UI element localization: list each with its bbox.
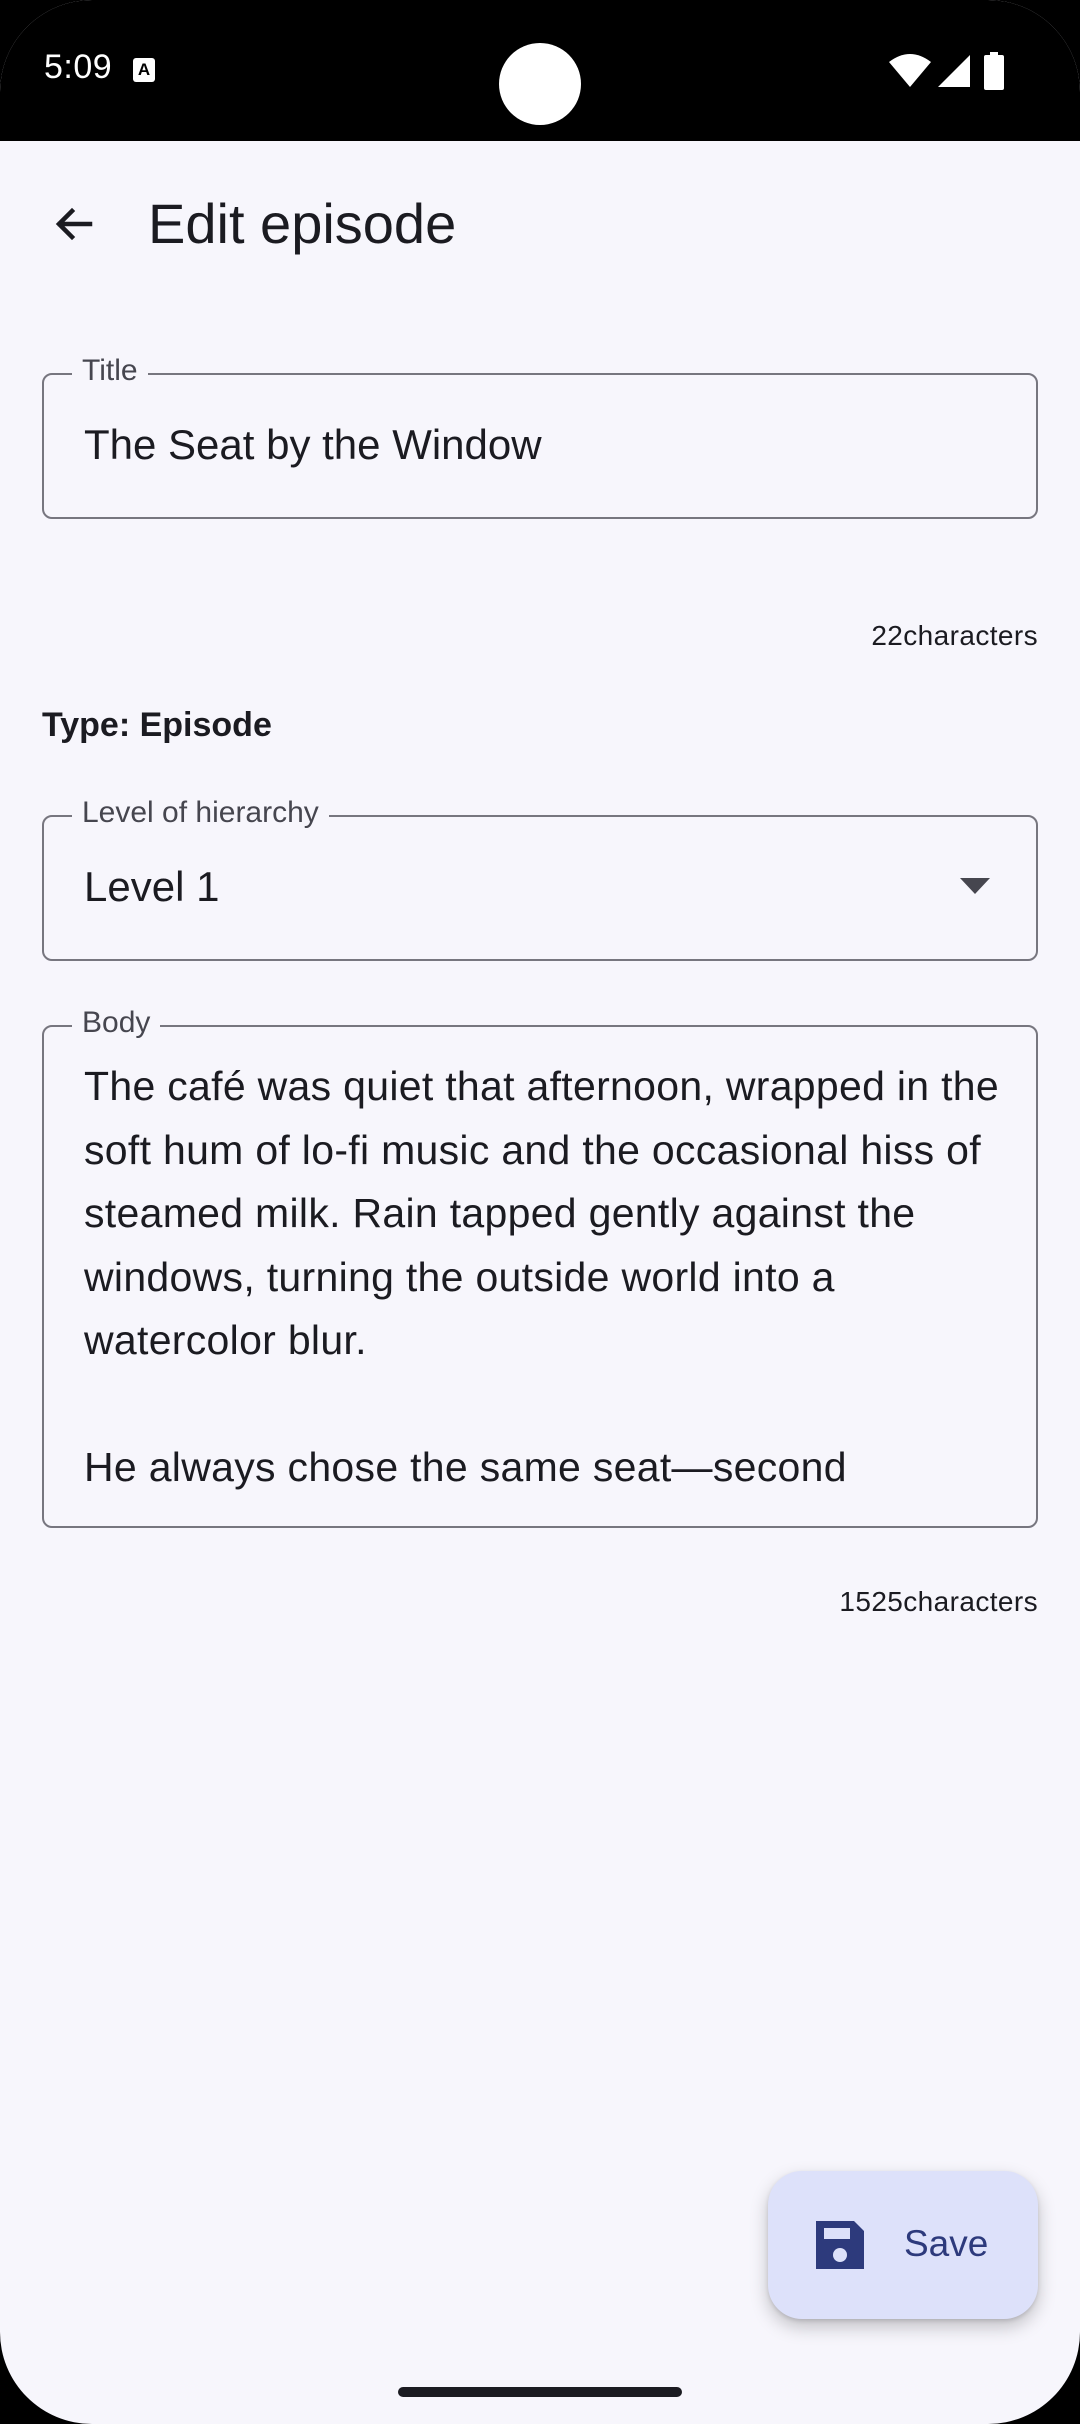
level-field-label: Level of hierarchy (72, 795, 329, 831)
battery-icon (984, 52, 1004, 90)
home-indicator[interactable] (398, 2387, 682, 2397)
save-icon (816, 2221, 864, 2269)
level-dropdown[interactable]: Level of hierarchy Level 1 (42, 795, 1038, 961)
wifi-icon (889, 54, 931, 87)
save-label: Save (904, 2223, 989, 2264)
type-label: Type: Episode (42, 706, 272, 744)
notification-icon-letter: A (137, 60, 151, 79)
title-char-count: 22characters (871, 620, 1038, 651)
body-field[interactable]: Body The café was quiet that afternoon, … (42, 1005, 1038, 1528)
title-field[interactable]: Title The Seat by the Window (42, 353, 1038, 519)
dropdown-arrow-icon[interactable] (960, 878, 990, 896)
body-char-count: 1525characters (839, 1586, 1038, 1617)
status-time: 5:09 (44, 48, 113, 86)
signal-icon (938, 55, 970, 87)
notification-a-icon: A (133, 58, 155, 82)
save-button[interactable]: Save (768, 2171, 1038, 2319)
arrow-back-icon (55, 207, 93, 241)
title-field-label: Title (72, 353, 148, 389)
status-bar: 5:09 A (0, 0, 1080, 141)
level-field-value: Level 1 (84, 863, 220, 910)
body-scroll-area[interactable]: The café was quiet that afternoon, wrapp… (44, 1055, 1036, 1515)
page-title: Edit episode (148, 192, 457, 255)
back-button[interactable] (30, 180, 118, 268)
body-field-value[interactable]: The café was quiet that afternoon, wrapp… (84, 1055, 1004, 1500)
camera-cutout (499, 43, 581, 125)
screen: 5:09 A Edit episode Title The Seat by th… (0, 0, 1080, 2424)
body-field-label: Body (72, 1005, 161, 1041)
title-field-value[interactable]: The Seat by the Window (84, 420, 542, 470)
